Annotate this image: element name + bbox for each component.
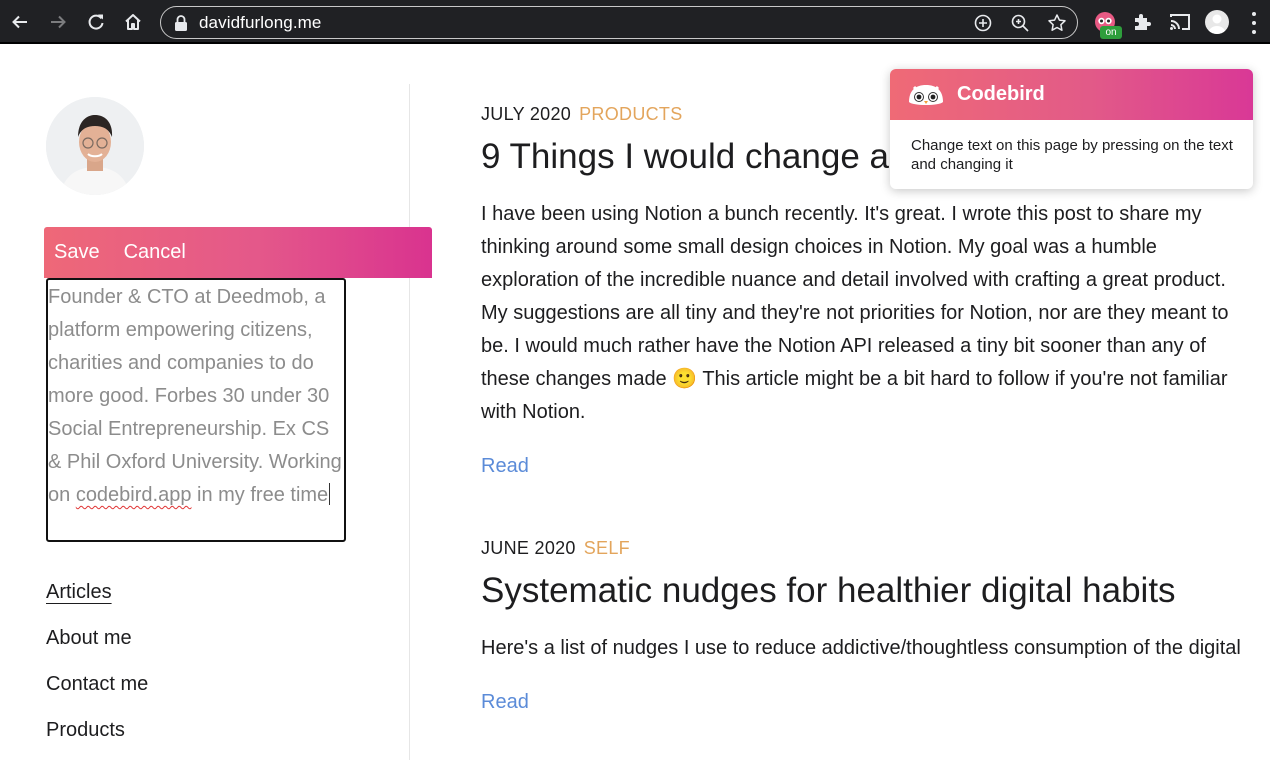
forward-icon[interactable] bbox=[44, 8, 72, 36]
address-bar[interactable]: davidfurlong.me bbox=[160, 6, 1078, 39]
article-title[interactable]: Systematic nudges for healthier digital … bbox=[481, 569, 1241, 613]
bio-text[interactable]: Founder & CTO at Deedmob, a platform emp… bbox=[48, 286, 342, 506]
article-card: JUNE 2020 SELF Systematic nudges for heal… bbox=[481, 536, 1241, 714]
url-text[interactable]: davidfurlong.me bbox=[199, 13, 321, 33]
read-link[interactable]: Read bbox=[481, 691, 529, 714]
home-icon[interactable] bbox=[119, 8, 147, 36]
read-link[interactable]: Read bbox=[481, 455, 529, 478]
article-category[interactable]: PRODUCTS bbox=[579, 104, 682, 124]
add-icon[interactable] bbox=[973, 13, 993, 33]
nav-about-me[interactable]: About me bbox=[46, 622, 148, 668]
star-icon[interactable] bbox=[1047, 13, 1067, 33]
article-date: JUNE 2020 bbox=[481, 538, 576, 558]
puzzle-icon[interactable] bbox=[1131, 10, 1155, 34]
popup-header: Codebird bbox=[890, 69, 1253, 120]
back-icon[interactable] bbox=[6, 8, 34, 36]
popup-title: Codebird bbox=[957, 83, 1045, 105]
article-category[interactable]: SELF bbox=[584, 538, 630, 558]
nav-articles[interactable]: Articles bbox=[46, 576, 148, 622]
popup-message: Change text on this page by pressing on … bbox=[911, 137, 1233, 173]
codebird-logo-icon bbox=[909, 84, 943, 105]
menu-icon[interactable] bbox=[1248, 12, 1260, 34]
cancel-button[interactable]: Cancel bbox=[124, 241, 186, 264]
cast-icon[interactable] bbox=[1168, 10, 1192, 34]
nav-contact-me[interactable]: Contact me bbox=[46, 668, 148, 714]
bio-text-editor[interactable]: Founder & CTO at Deedmob, a platform emp… bbox=[46, 278, 346, 542]
avatar bbox=[46, 97, 144, 195]
extension-on-badge: on bbox=[1100, 26, 1122, 39]
zoom-icon[interactable] bbox=[1010, 13, 1030, 33]
article-excerpt: Here's a list of nudges I use to reduce … bbox=[481, 637, 1241, 659]
article-meta: JUNE 2020 SELF bbox=[481, 536, 1241, 560]
nav-products[interactable]: Products bbox=[46, 714, 148, 760]
lock-icon[interactable] bbox=[173, 14, 189, 32]
browser-toolbar: davidfurlong.me on bbox=[0, 0, 1270, 44]
bio-link-text[interactable]: codebird.app bbox=[76, 484, 192, 506]
text-caret bbox=[329, 483, 331, 505]
codebird-popup: Codebird Change text on this page by pre… bbox=[890, 69, 1253, 189]
save-button[interactable]: Save bbox=[54, 241, 100, 264]
bio-text-end[interactable]: in my free time bbox=[191, 484, 328, 506]
reload-icon[interactable] bbox=[82, 8, 110, 36]
profile-icon[interactable] bbox=[1205, 10, 1229, 34]
sidebar-divider bbox=[409, 84, 410, 760]
article-excerpt: I have been using Notion a bunch recentl… bbox=[481, 203, 1229, 423]
sidebar-nav: Articles About me Contact me Products bbox=[46, 576, 148, 760]
bio-edit-toolbar: Save Cancel bbox=[44, 227, 432, 278]
article-date: JULY 2020 bbox=[481, 104, 572, 124]
